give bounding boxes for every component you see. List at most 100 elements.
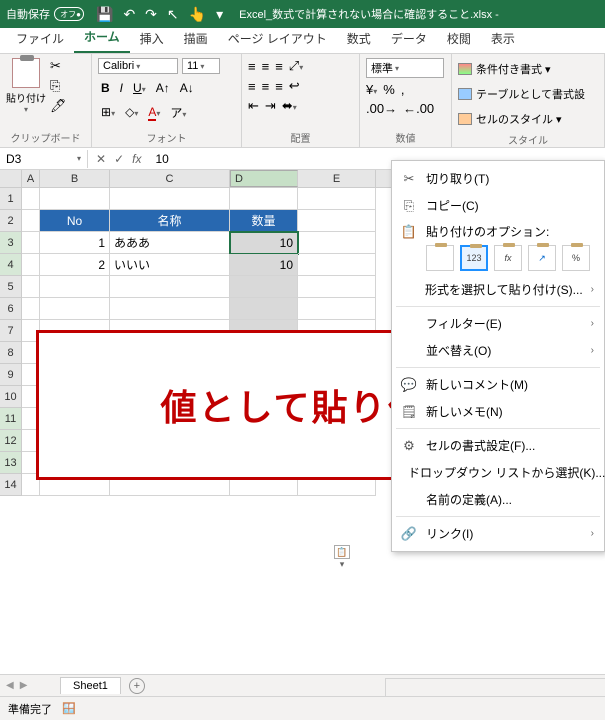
cell[interactable]: 2 xyxy=(40,254,110,276)
autosave-toggle[interactable]: 自動保存 オフ● xyxy=(6,6,84,22)
underline-button[interactable]: U▾ xyxy=(130,80,149,96)
align-center-icon[interactable]: ≡ xyxy=(262,79,270,94)
sheet-tab[interactable]: Sheet1 xyxy=(60,677,121,694)
row-header[interactable]: 7 xyxy=(0,320,22,342)
conditional-format-button[interactable]: 条件付き書式 ▾ xyxy=(458,58,598,80)
cell-active[interactable]: 10 xyxy=(230,232,298,254)
row-header[interactable]: 6 xyxy=(0,298,22,320)
cancel-icon[interactable]: ✕ xyxy=(96,152,106,166)
fx-icon[interactable]: fx xyxy=(132,152,141,166)
paste-options-button[interactable]: 📋▾ xyxy=(334,545,350,559)
row-header[interactable]: 14 xyxy=(0,474,22,496)
add-sheet-button[interactable]: + xyxy=(129,678,145,694)
paste-opt-transpose[interactable]: ↗ xyxy=(528,245,556,271)
col-header-e[interactable]: E xyxy=(298,170,376,187)
percent-icon[interactable]: % xyxy=(383,82,395,97)
format-as-table-button[interactable]: テーブルとして書式設 xyxy=(458,83,598,105)
row-header[interactable]: 2 xyxy=(0,210,22,232)
font-color-button[interactable]: A▾ xyxy=(145,104,163,120)
col-header-b[interactable]: B xyxy=(40,170,110,187)
cell[interactable]: いいい xyxy=(110,254,230,276)
italic-button[interactable]: I xyxy=(117,80,126,96)
row-header[interactable]: 3 xyxy=(0,232,22,254)
orientation-icon[interactable]: ⤢▾ xyxy=(289,58,303,74)
tab-draw[interactable]: 描画 xyxy=(174,26,218,53)
table-header[interactable]: 数量 xyxy=(230,210,298,232)
decrease-indent-icon[interactable]: ⇤ xyxy=(248,98,259,114)
select-all-corner[interactable] xyxy=(0,170,22,187)
paste-opt-values[interactable]: 123 xyxy=(460,245,488,271)
align-bottom-icon[interactable]: ≡ xyxy=(275,59,283,74)
row-header[interactable]: 11 xyxy=(0,408,22,430)
row-header[interactable]: 12 xyxy=(0,430,22,452)
row-header[interactable]: 9 xyxy=(0,364,22,386)
row-header[interactable]: 10 xyxy=(0,386,22,408)
align-top-icon[interactable]: ≡ xyxy=(248,59,256,74)
accessibility-icon[interactable]: 🪟 xyxy=(62,702,76,715)
ctx-link[interactable]: 🔗リンク(I)› xyxy=(392,520,604,547)
ctx-filter[interactable]: フィルター(E)› xyxy=(392,310,604,337)
increase-decimal-icon[interactable]: .00→ xyxy=(366,101,397,116)
align-left-icon[interactable]: ≡ xyxy=(248,79,256,94)
row-header[interactable]: 1 xyxy=(0,188,22,210)
tab-review[interactable]: 校閲 xyxy=(437,26,481,53)
touch-icon[interactable]: 👆 xyxy=(189,6,206,23)
tab-insert[interactable]: 挿入 xyxy=(130,26,174,53)
cut-icon[interactable]: ✂ xyxy=(50,58,67,74)
merge-button[interactable]: ⬌▾ xyxy=(282,98,297,114)
horizontal-scrollbar[interactable] xyxy=(385,678,605,696)
ctx-pick-from-list[interactable]: ドロップダウン リストから選択(K)... xyxy=(392,459,604,486)
bold-button[interactable]: B xyxy=(98,80,113,96)
redo-icon[interactable]: ↷ xyxy=(145,6,157,23)
table-header[interactable]: No xyxy=(40,210,110,232)
row-header[interactable]: 4 xyxy=(0,254,22,276)
font-size-select[interactable]: 11▾ xyxy=(182,58,220,74)
number-format-select[interactable]: 標準▾ xyxy=(366,58,444,78)
tab-data[interactable]: データ xyxy=(381,26,437,53)
sheet-nav-next-icon[interactable]: ▶ xyxy=(20,680,28,691)
tab-layout[interactable]: ページ レイアウト xyxy=(218,26,337,53)
cell-styles-button[interactable]: セルのスタイル ▾ xyxy=(458,108,598,130)
ctx-new-note[interactable]: 🗒新しいメモ(N) xyxy=(392,398,604,425)
paste-opt-default[interactable] xyxy=(426,245,454,271)
cell[interactable]: あああ xyxy=(110,232,230,254)
font-name-select[interactable]: Calibri▾ xyxy=(98,58,178,74)
ctx-copy[interactable]: ⎘コピー(C) xyxy=(392,192,604,219)
comma-icon[interactable]: , xyxy=(401,82,405,97)
ctx-new-comment[interactable]: 💬新しいコメント(M) xyxy=(392,371,604,398)
ctx-paste-special[interactable]: 形式を選択して貼り付け(S)...› xyxy=(392,276,604,303)
phonetic-button[interactable]: ア▾ xyxy=(167,103,189,122)
tab-file[interactable]: ファイル xyxy=(6,26,74,53)
qat-more-icon[interactable]: ▾ xyxy=(216,6,223,23)
ctx-define-name[interactable]: 名前の定義(A)... xyxy=(392,486,604,513)
ctx-format-cells[interactable]: ⚙セルの書式設定(F)... xyxy=(392,432,604,459)
decrease-decimal-icon[interactable]: ←.00 xyxy=(403,101,434,116)
row-header[interactable]: 5 xyxy=(0,276,22,298)
borders-button[interactable]: ⊞▾ xyxy=(98,104,118,120)
sheet-nav-prev-icon[interactable]: ◀ xyxy=(6,680,14,691)
copy-icon[interactable]: ⎘ xyxy=(50,78,67,94)
col-header-d[interactable]: D xyxy=(230,170,298,187)
format-painter-icon[interactable]: 🖊 xyxy=(50,98,67,114)
tab-view[interactable]: 表示 xyxy=(481,26,525,53)
fill-color-button[interactable]: ◇▾ xyxy=(122,104,141,120)
cursor-icon[interactable]: ↖ xyxy=(167,6,179,23)
paste-opt-formatting[interactable]: % xyxy=(562,245,590,271)
col-header-a[interactable]: A xyxy=(22,170,40,187)
undo-icon[interactable]: ↶ xyxy=(123,6,135,23)
tab-home[interactable]: ホーム xyxy=(74,24,130,53)
paste-opt-formulas[interactable]: fx xyxy=(494,245,522,271)
save-icon[interactable]: 💾 xyxy=(96,6,113,23)
col-header-c[interactable]: C xyxy=(110,170,230,187)
row-header[interactable]: 8 xyxy=(0,342,22,364)
wrap-text-icon[interactable]: ↩ xyxy=(289,78,300,94)
ctx-cut[interactable]: ✂切り取り(T) xyxy=(392,165,604,192)
decrease-font-icon[interactable]: A↓ xyxy=(177,80,197,96)
paste-button[interactable]: 貼り付け ▾ xyxy=(6,58,46,114)
cell[interactable]: 10 xyxy=(230,254,298,276)
ctx-sort[interactable]: 並べ替え(O)› xyxy=(392,337,604,364)
align-right-icon[interactable]: ≡ xyxy=(275,79,283,94)
tab-formulas[interactable]: 数式 xyxy=(337,26,381,53)
currency-icon[interactable]: ¥▾ xyxy=(366,82,377,97)
increase-indent-icon[interactable]: ⇥ xyxy=(265,98,276,114)
